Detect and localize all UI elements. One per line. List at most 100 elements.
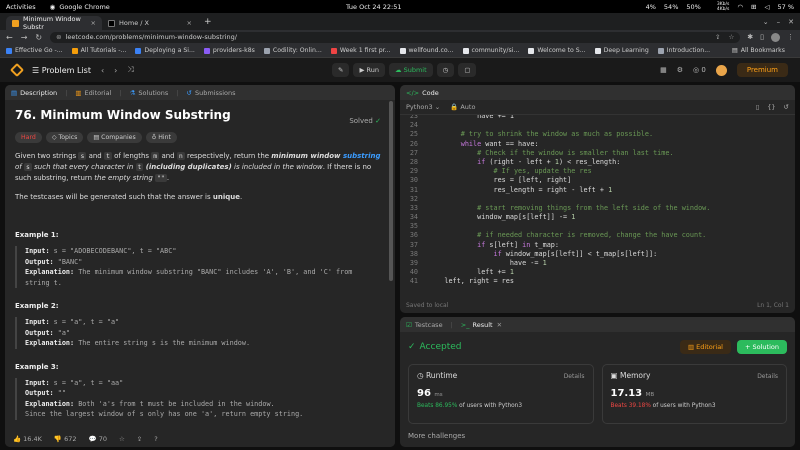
problem-title[interactable]: 76. Minimum Window Substring bbox=[15, 108, 385, 122]
bookmark-item[interactable]: Deep Learning bbox=[594, 47, 649, 54]
save-status: Saved to local bbox=[406, 301, 449, 309]
companies-button[interactable]: ▤ Companies bbox=[87, 132, 142, 143]
debug-icon[interactable]: ✎ bbox=[332, 63, 350, 77]
editorial-icon: ▥ bbox=[75, 88, 82, 97]
tab-x-home[interactable]: Home / X × bbox=[102, 16, 198, 30]
github-icon bbox=[594, 47, 601, 54]
new-tab-button[interactable]: + bbox=[204, 17, 212, 27]
close-icon[interactable]: ✕ bbox=[497, 321, 502, 329]
tab-result[interactable]: >_ Result ✕ bbox=[461, 321, 502, 329]
leetcode-logo-icon[interactable] bbox=[9, 62, 25, 78]
shuffle-icon[interactable]: ⤨ bbox=[127, 65, 133, 75]
memory-beats: Beats 39.18% of users with Python3 bbox=[610, 403, 716, 409]
app-name[interactable]: Google Chrome bbox=[59, 3, 109, 11]
all-bookmarks-button[interactable]: ▤ All Bookmarks bbox=[732, 47, 785, 54]
scrollbar[interactable] bbox=[389, 101, 393, 281]
settings-icon[interactable]: ⚙ bbox=[677, 66, 683, 74]
run-button[interactable]: ▶ Run bbox=[353, 63, 385, 77]
format-icon[interactable]: {} bbox=[767, 103, 775, 111]
site-info-icon[interactable]: ⊜ bbox=[56, 33, 61, 41]
bookmark-item[interactable]: providers-k8s bbox=[203, 47, 255, 54]
bookmark-item[interactable]: Week 1 first pr... bbox=[330, 47, 391, 54]
solution-button[interactable]: + Solution bbox=[737, 340, 787, 354]
activities-button[interactable]: Activities bbox=[6, 3, 36, 11]
sidepanel-icon[interactable]: ▯ bbox=[760, 33, 764, 41]
language-select[interactable]: Python3 ⌄ bbox=[406, 103, 440, 111]
avatar[interactable] bbox=[715, 64, 727, 76]
share-icon[interactable]: ⇪ bbox=[715, 33, 720, 41]
bookmark-item[interactable]: Codility: Onlin... bbox=[263, 47, 322, 54]
like-button[interactable]: 👍 16.4K bbox=[13, 435, 42, 443]
tab-submissions[interactable]: ↺ Submissions bbox=[187, 89, 236, 97]
bookmark-item[interactable]: Introduction... bbox=[657, 47, 710, 54]
bookmark-item[interactable]: Deploying a Si... bbox=[135, 47, 195, 54]
premium-button[interactable]: Premium bbox=[736, 63, 788, 77]
editorial-button[interactable]: ▥ Editorial bbox=[679, 340, 731, 354]
status-text: Accepted bbox=[419, 342, 462, 352]
bookmark-icon[interactable]: ▯ bbox=[756, 103, 760, 111]
runtime-card[interactable]: ◷ Runtime Details 96 ms Beats 86.95% of … bbox=[408, 364, 594, 424]
bookmark-item[interactable]: community/si... bbox=[462, 47, 519, 54]
minimize-icon[interactable]: – bbox=[777, 18, 781, 26]
code-header: </> Code bbox=[400, 85, 795, 100]
forward-icon[interactable]: → bbox=[21, 33, 28, 42]
check-circle-icon: ✓ bbox=[408, 342, 416, 352]
share-icon[interactable]: ⇪ bbox=[137, 435, 142, 443]
topics-button[interactable]: ◇ Topics bbox=[45, 132, 84, 143]
battery-status[interactable]: 57 % bbox=[777, 3, 794, 11]
back-icon[interactable]: ← bbox=[6, 33, 13, 42]
tab-testcase[interactable]: ☑ Testcase bbox=[406, 321, 443, 329]
x-favicon-icon bbox=[108, 19, 115, 27]
notes-icon[interactable]: ▢ bbox=[458, 63, 477, 77]
result-tabs: ☑ Testcase | >_ Result ✕ bbox=[400, 317, 795, 332]
help-icon[interactable]: ? bbox=[154, 435, 157, 443]
bookmark-item[interactable]: Effective Go -... bbox=[6, 47, 63, 54]
tab-description[interactable]: ▤ Description bbox=[11, 89, 57, 97]
tab-leetcode[interactable]: Minimum Window Substr × bbox=[6, 15, 102, 31]
close-tab-icon[interactable]: × bbox=[187, 19, 192, 27]
runtime-details-link[interactable]: Details bbox=[564, 373, 585, 380]
tab-search-chevron-icon[interactable]: ⌄ bbox=[763, 18, 769, 26]
system-top-bar: Activities ◉ Google Chrome Tue Oct 24 22… bbox=[0, 0, 800, 13]
url-input[interactable]: ⊜ leetcode.com/problems/minimum-window-s… bbox=[50, 31, 741, 43]
next-problem-icon[interactable]: › bbox=[114, 66, 117, 75]
address-bar-row: ← → ↻ ⊜ leetcode.com/problems/minimum-wi… bbox=[0, 30, 800, 44]
code-editor[interactable]: 23 have += 1 24 25 # try to shrink the w… bbox=[400, 115, 795, 298]
close-window-icon[interactable]: ✕ bbox=[788, 18, 794, 26]
reset-icon[interactable]: ↺ bbox=[784, 103, 789, 111]
submit-button[interactable]: ☁ Submit bbox=[389, 63, 433, 77]
tab-solutions[interactable]: ⚗ Solutions bbox=[130, 89, 169, 97]
clock[interactable]: Tue Oct 24 22:51 bbox=[346, 3, 402, 11]
bookmark-item[interactable]: All Tutorials -... bbox=[71, 47, 126, 54]
code-toolbar: Python3 ⌄ 🔒 Auto ▯ {} ↺ bbox=[400, 100, 795, 115]
timer-icon[interactable]: ◷ bbox=[436, 63, 455, 77]
bookmark-item[interactable]: Welcome to S... bbox=[528, 47, 586, 54]
comments-button[interactable]: 💬 70 bbox=[89, 435, 107, 443]
hint-button[interactable]: ♁ Hint bbox=[145, 132, 177, 143]
problem-list-button[interactable]: ☰ Problem List bbox=[32, 66, 91, 75]
menu-icon[interactable]: ⋮ bbox=[787, 33, 794, 41]
layout-icon[interactable]: ▦ bbox=[660, 66, 667, 74]
example-title: Example 2: bbox=[15, 302, 59, 310]
auto-toggle[interactable]: 🔒 Auto bbox=[450, 103, 475, 111]
example-title: Example 1: bbox=[15, 231, 59, 239]
memory-details-link[interactable]: Details bbox=[757, 373, 778, 380]
tab-editorial[interactable]: ▥ Editorial bbox=[75, 89, 111, 97]
example-title: Example 3: bbox=[15, 362, 59, 371]
bookmark-favicon-icon bbox=[528, 47, 535, 54]
more-challenges-link[interactable]: More challenges bbox=[400, 424, 795, 447]
memory-card[interactable]: ▣ Memory Details 17.13 MB Beats 39.18% o… bbox=[601, 364, 787, 424]
editor-status: Saved to local Ln 1, Col 1 bbox=[400, 298, 795, 312]
dislike-button[interactable]: 👎 672 bbox=[54, 435, 77, 443]
favorite-star-icon[interactable]: ☆ bbox=[119, 435, 125, 443]
extensions-icon[interactable]: ✱ bbox=[747, 33, 753, 41]
reload-icon[interactable]: ↻ bbox=[35, 33, 42, 42]
bookmark-item[interactable]: wellfound.co... bbox=[399, 47, 454, 54]
profile-avatar[interactable] bbox=[771, 32, 780, 42]
problem-tags: Hard ◇ Topics ▤ Companies ♁ Hint bbox=[15, 132, 385, 143]
prev-problem-icon[interactable]: ‹ bbox=[101, 66, 104, 75]
leetcode-favicon-icon bbox=[12, 19, 19, 27]
close-tab-icon[interactable]: × bbox=[91, 19, 96, 27]
coins-count[interactable]: ◎ 0 bbox=[693, 66, 706, 74]
bookmark-star-icon[interactable]: ☆ bbox=[728, 33, 734, 41]
